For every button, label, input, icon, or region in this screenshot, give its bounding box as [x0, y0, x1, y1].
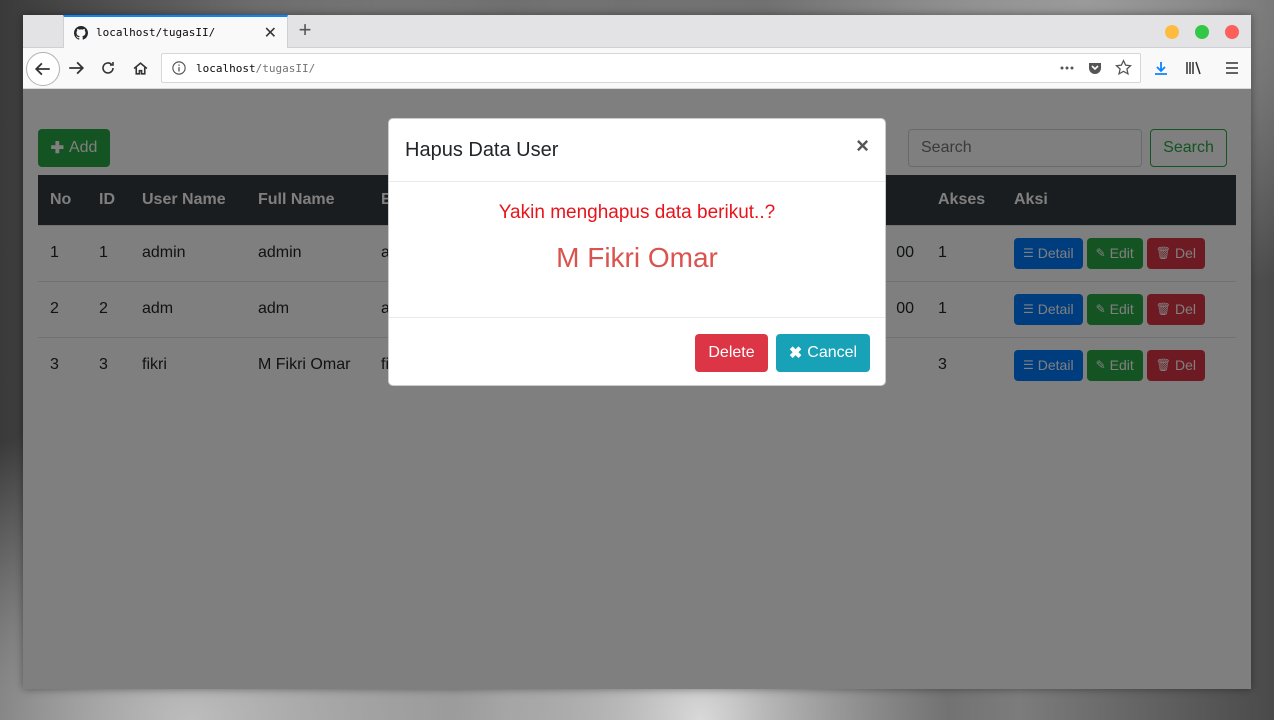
bookmark-star-icon[interactable] — [1115, 59, 1132, 76]
reload-icon — [102, 62, 114, 74]
reload-button[interactable] — [94, 54, 122, 82]
cancel-button[interactable]: ✖ Cancel — [776, 333, 870, 372]
url-text: localhost/tugasII/ — [196, 62, 315, 75]
forward-button[interactable] — [62, 54, 90, 82]
library-icon — [1185, 61, 1201, 75]
tab-bar: localhost/tugasII/ ✕ + — [23, 15, 1251, 48]
cancel-button-label: Cancel — [807, 343, 858, 361]
back-button[interactable] — [26, 52, 60, 86]
page-actions-icon[interactable] — [1059, 60, 1075, 76]
downloads-button[interactable] — [1147, 54, 1175, 82]
confirm-question: Yakin menghapus data berikut..? — [498, 202, 776, 223]
info-icon[interactable] — [172, 61, 186, 75]
download-icon — [1155, 62, 1167, 75]
maximize-button[interactable] — [1195, 25, 1209, 39]
home-button[interactable] — [126, 54, 154, 82]
back-arrow-icon — [34, 62, 50, 76]
url-actions — [1059, 59, 1132, 76]
x-icon: ✖ — [788, 344, 803, 362]
close-tab-icon[interactable]: ✕ — [264, 23, 277, 43]
pocket-icon[interactable] — [1087, 60, 1103, 76]
tab-localhost[interactable]: localhost/tugasII/ ✕ — [63, 15, 288, 48]
minimize-button[interactable] — [1165, 25, 1179, 39]
modal-header: Hapus Data User × — [389, 119, 885, 182]
url-path: /tugasII/ — [255, 61, 316, 75]
page-content: ✚ Add Search No ID User Name Full Name E… — [23, 89, 1251, 689]
tab-title: localhost/tugasII/ — [96, 26, 216, 39]
hamburger-menu-icon — [1226, 62, 1238, 74]
close-icon[interactable]: × — [856, 135, 869, 157]
navigation-bar: localhost/tugasII/ — [23, 48, 1251, 89]
modal-body: Yakin menghapus data berikut..? M Fikri … — [389, 182, 885, 317]
modal-title: Hapus Data User — [405, 138, 559, 161]
github-icon — [74, 25, 88, 40]
home-icon — [133, 61, 147, 75]
close-window-button[interactable] — [1225, 25, 1239, 39]
modal-footer: Delete ✖ Cancel — [389, 317, 885, 387]
delete-button[interactable]: Delete — [695, 333, 768, 372]
new-tab-button[interactable]: + — [294, 19, 316, 43]
target-user-name: M Fikri Omar — [556, 242, 718, 273]
url-bar[interactable]: localhost/tugasII/ — [161, 53, 1141, 83]
menu-button[interactable] — [1218, 54, 1246, 82]
library-button[interactable] — [1179, 54, 1207, 82]
forward-arrow-icon — [69, 61, 85, 75]
delete-user-modal: Hapus Data User × Yakin menghapus data b… — [388, 118, 886, 386]
url-host: localhost — [196, 61, 256, 75]
browser-window: localhost/tugasII/ ✕ + localhost/tugasII… — [23, 15, 1251, 689]
